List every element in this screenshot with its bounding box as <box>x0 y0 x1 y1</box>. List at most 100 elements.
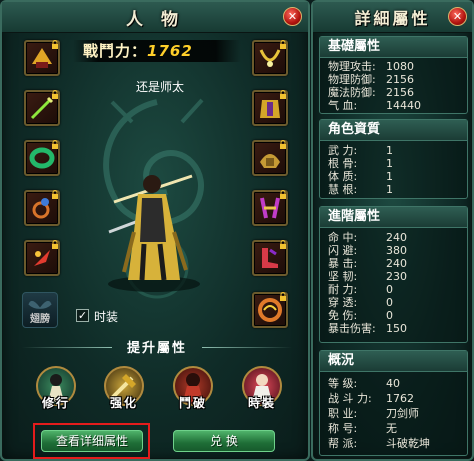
attribute-row: 耐 力: 0 <box>320 283 467 296</box>
equip-slot-belt[interactable] <box>252 190 288 226</box>
combat-power-label: 戰鬥力： <box>83 42 148 60</box>
attribute-key: 根 骨: <box>328 157 358 170</box>
attribute-row: 帮 派: 斗破乾坤 <box>320 436 467 451</box>
advanced-attributes-section: 進階屬性 命 中: 240 闪 避: 380 暴 击: 240 坚 韧: 230 耐 力… <box>319 206 468 343</box>
attribute-row: 慧 根: 1 <box>320 183 467 196</box>
equip-slot-weapon[interactable] <box>24 90 60 126</box>
close-button[interactable]: ✕ <box>283 7 302 26</box>
detail-window-titlebar[interactable]: 詳細屬性 ✕ <box>313 2 472 33</box>
equip-slot-necklace[interactable] <box>252 40 288 76</box>
attribute-row: 免 伤: 0 <box>320 309 467 322</box>
attribute-value: 1 <box>386 144 393 157</box>
equip-slot-bracelet[interactable] <box>24 140 60 176</box>
character-window-titlebar[interactable]: 人 物 ✕ <box>2 2 308 33</box>
lock-icon <box>52 90 58 99</box>
attribute-row: 武 力: 1 <box>320 144 467 157</box>
attribute-key: 穿 透: <box>328 296 358 309</box>
lock-icon <box>280 240 286 249</box>
section-title: 基礎屬性 <box>320 37 467 58</box>
attribute-row: 气 血: 14440 <box>320 99 467 112</box>
attribute-value: 无 <box>386 422 397 435</box>
attribute-key: 坚 韧: <box>328 270 358 283</box>
character-window-title: 人 物 <box>126 10 184 30</box>
character-window: 人 物 ✕ 戰鬥力：1762 还是师太 翅膀 ✓ 时装 提升屬性 修行 强化 鬥… <box>0 0 310 461</box>
character-aptitude-section: 角色資質 武 力: 1 根 骨: 1 体 质: 1 慧 根: 1 <box>319 119 468 199</box>
equip-slot-shoulder[interactable] <box>252 140 288 176</box>
attribute-row: 穿 透: 0 <box>320 296 467 309</box>
fashion-label: 時裝 <box>247 396 276 410</box>
attribute-value: 230 <box>386 270 407 283</box>
attribute-value: 刀剑师 <box>386 407 419 420</box>
close-button[interactable]: ✕ <box>448 7 467 26</box>
view-details-button[interactable]: 查看详细属性 <box>41 430 143 452</box>
equip-slot-boots[interactable] <box>252 240 288 276</box>
section-title: 進階屬性 <box>320 207 467 228</box>
equip-slot-talisman[interactable] <box>24 240 60 276</box>
attribute-row: 物理攻击: 1080 <box>320 60 467 73</box>
attribute-key: 气 血: <box>328 99 358 112</box>
attribute-key: 慧 根: <box>328 183 358 196</box>
attribute-key: 物理防御: <box>328 73 376 86</box>
attribute-value: 380 <box>386 244 407 257</box>
attribute-key: 战 斗 力: <box>328 392 372 405</box>
enhance-label: 强化 <box>109 396 138 410</box>
attribute-key: 物理攻击: <box>328 60 376 73</box>
attribute-row: 等 级: 40 <box>320 376 467 391</box>
attribute-row: 暴击伤害: 150 <box>320 322 467 335</box>
attribute-row: 闪 避: 380 <box>320 244 467 257</box>
attribute-value: 150 <box>386 322 407 335</box>
attribute-value: 1 <box>386 157 393 170</box>
character-model <box>108 174 200 292</box>
basic-attributes-section: 基礎屬性 物理攻击: 1080 物理防御: 2156 魔法防御: 2156 气 血: 1… <box>319 36 468 114</box>
detail-attributes-window: 詳細屬性 ✕ 基礎屬性 物理攻击: 1080 物理防御: 2156 魔法防御: 215… <box>311 0 474 461</box>
attribute-key: 命 中: <box>328 231 358 244</box>
lock-icon <box>280 40 286 49</box>
attribute-row: 坚 韧: 230 <box>320 270 467 283</box>
attribute-row: 战 斗 力: 1762 <box>320 391 467 406</box>
fashion-checkbox[interactable]: ✓ <box>76 309 89 322</box>
attribute-key: 体 质: <box>328 170 358 183</box>
attribute-value: 0 <box>386 309 393 322</box>
attribute-row: 称 号: 无 <box>320 421 467 436</box>
attribute-key: 职 业: <box>328 407 358 420</box>
equip-slot-armor[interactable] <box>252 90 288 126</box>
lock-icon <box>52 140 58 149</box>
attribute-key: 耐 力: <box>328 283 358 296</box>
upgrade-section-header: 提升屬性 <box>16 337 298 357</box>
cultivation-label: 修行 <box>41 396 70 410</box>
exchange-button[interactable]: 兑 换 <box>173 430 275 452</box>
attribute-key: 暴击伤害: <box>328 322 376 335</box>
combat-power-display: 戰鬥力：1762 <box>73 40 241 62</box>
attribute-key: 魔法防御: <box>328 86 376 99</box>
break-through-label: 鬥破 <box>178 396 207 410</box>
attribute-value: 2156 <box>386 73 414 86</box>
equip-slot-helmet[interactable] <box>24 40 60 76</box>
attribute-value: 0 <box>386 283 393 296</box>
fashion-checkbox-label: 时装 <box>94 310 119 324</box>
attribute-row: 职 业: 刀剑师 <box>320 406 467 421</box>
lock-icon <box>52 240 58 249</box>
attribute-row: 根 骨: 1 <box>320 157 467 170</box>
wing-slot[interactable]: 翅膀 <box>22 292 58 328</box>
lock-icon <box>280 90 286 99</box>
attribute-key: 暴 击: <box>328 257 358 270</box>
lock-icon <box>280 140 286 149</box>
equip-slot-ring[interactable] <box>24 190 60 226</box>
attribute-value: 斗破乾坤 <box>386 437 430 450</box>
lock-icon <box>280 190 286 199</box>
attribute-value: 240 <box>386 231 407 244</box>
attribute-value: 1080 <box>386 60 414 73</box>
attribute-value: 2156 <box>386 86 414 99</box>
character-name: 还是师太 <box>135 80 184 94</box>
attribute-value: 0 <box>386 296 393 309</box>
equip-slot-mount[interactable] <box>252 292 288 328</box>
attribute-value: 1762 <box>386 392 414 405</box>
attribute-key: 闪 避: <box>328 244 358 257</box>
attribute-value: 1 <box>386 183 393 196</box>
attribute-key: 等 级: <box>328 377 358 390</box>
section-title: 概況 <box>320 351 467 372</box>
combat-power-value: 1762 <box>147 42 193 60</box>
attribute-row: 命 中: 240 <box>320 231 467 244</box>
attribute-value: 240 <box>386 257 407 270</box>
upgrade-section-title: 提升屬性 <box>126 341 187 356</box>
